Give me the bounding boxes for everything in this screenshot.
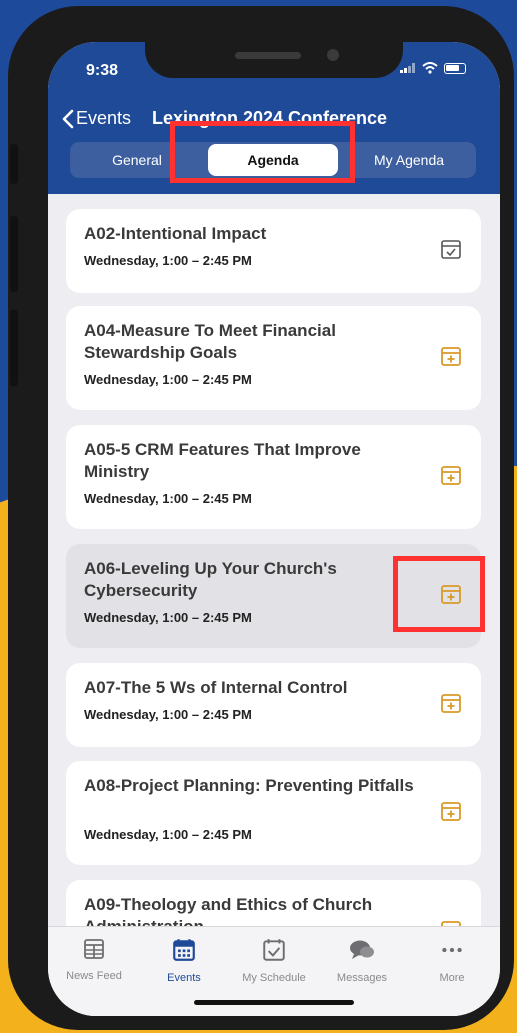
session-card[interactable]: A07-The 5 Ws of Internal Control Wednesd… [66,663,481,747]
news-feed-icon [84,939,104,959]
tab-agenda[interactable]: Agenda [208,144,338,176]
session-title: A07-The 5 Ws of Internal Control [84,678,348,697]
signal-icon [400,63,415,73]
session-title: A02-Intentional Impact [84,224,267,243]
calendar-add-icon[interactable] [439,463,463,487]
session-list: A02-Intentional Impact Wednesday, 1:00 –… [48,194,500,926]
tab-label: Events [167,972,201,984]
session-card-selected[interactable]: A06-Leveling Up Your Church's Cybersecur… [66,544,481,648]
volume-up-button [10,216,18,292]
tab-label: Messages [336,972,388,984]
session-card[interactable]: A04-Measure To Meet Financial Stewardshi… [66,306,481,410]
calendar-add-icon[interactable] [439,799,463,823]
mute-switch [10,144,18,184]
session-time: Wednesday, 1:00 – 2:45 PM [84,827,252,842]
session-time: Wednesday, 1:00 – 2:45 PM [84,491,252,506]
calendar-add-icon[interactable] [439,691,463,715]
more-icon [442,947,462,953]
session-time: Wednesday, 1:00 – 2:45 PM [84,707,252,722]
events-calendar-icon [173,939,195,961]
home-indicator [194,1000,354,1005]
battery-icon [444,62,466,74]
calendar-add-icon[interactable] [439,918,463,926]
app-header: 9:38 Events Lexington 2024 Conference Ge… [48,42,500,194]
tab-messages[interactable]: Messages [322,937,402,984]
back-button[interactable]: Events [62,108,131,129]
notch [145,42,403,78]
session-card[interactable]: A05-5 CRM Features That Improve Ministry… [66,425,481,529]
wifi-icon [422,62,438,74]
session-title: A04-Measure To Meet Financial Stewardshi… [84,321,336,362]
status-time: 9:38 [86,62,119,79]
tab-general[interactable]: General [72,144,202,176]
session-title: A05-5 CRM Features That Improve Ministry [84,440,361,481]
tab-label: More [439,972,465,984]
session-card[interactable]: A02-Intentional Impact Wednesday, 1:00 –… [66,209,481,293]
tab-label: News Feed [66,970,122,982]
tab-news-feed[interactable]: News Feed [54,937,134,982]
calendar-check-icon[interactable] [439,237,463,261]
calendar-add-icon[interactable] [439,344,463,368]
calendar-add-icon[interactable] [439,582,463,606]
back-label: Events [76,108,132,128]
session-title: A09-Theology and Ethics of Church Admini… [84,895,373,926]
phone-frame: 9:38 Events Lexington 2024 Conference Ge… [8,6,514,1030]
volume-down-button [10,310,18,386]
session-title: A06-Leveling Up Your Church's Cybersecur… [84,559,337,600]
messages-icon [350,940,374,959]
session-time: Wednesday, 1:00 – 2:45 PM [84,372,252,387]
front-camera [327,49,339,61]
session-card[interactable]: A09-Theology and Ethics of Church Admini… [66,880,481,926]
chevron-left-icon [62,109,74,128]
status-icons [400,62,466,74]
tab-events[interactable]: Events [144,937,224,984]
session-time: Wednesday, 1:00 – 2:45 PM [84,610,252,625]
session-card[interactable]: A08-Project Planning: Preventing Pitfall… [66,761,481,865]
phone-screen: 9:38 Events Lexington 2024 Conference Ge… [48,42,500,1016]
session-time: Wednesday, 1:00 – 2:45 PM [84,253,252,268]
speaker [235,52,301,59]
tab-my-agenda[interactable]: My Agenda [344,144,474,176]
tab-label: My Schedule [242,972,306,984]
tab-my-schedule[interactable]: My Schedule [234,937,314,984]
session-title: A08-Project Planning: Preventing Pitfall… [84,776,414,795]
page-title: Lexington 2024 Conference [152,108,388,128]
tab-more[interactable]: More [412,937,492,984]
segmented-control: General Agenda My Agenda [70,142,476,178]
my-schedule-icon [263,939,285,961]
